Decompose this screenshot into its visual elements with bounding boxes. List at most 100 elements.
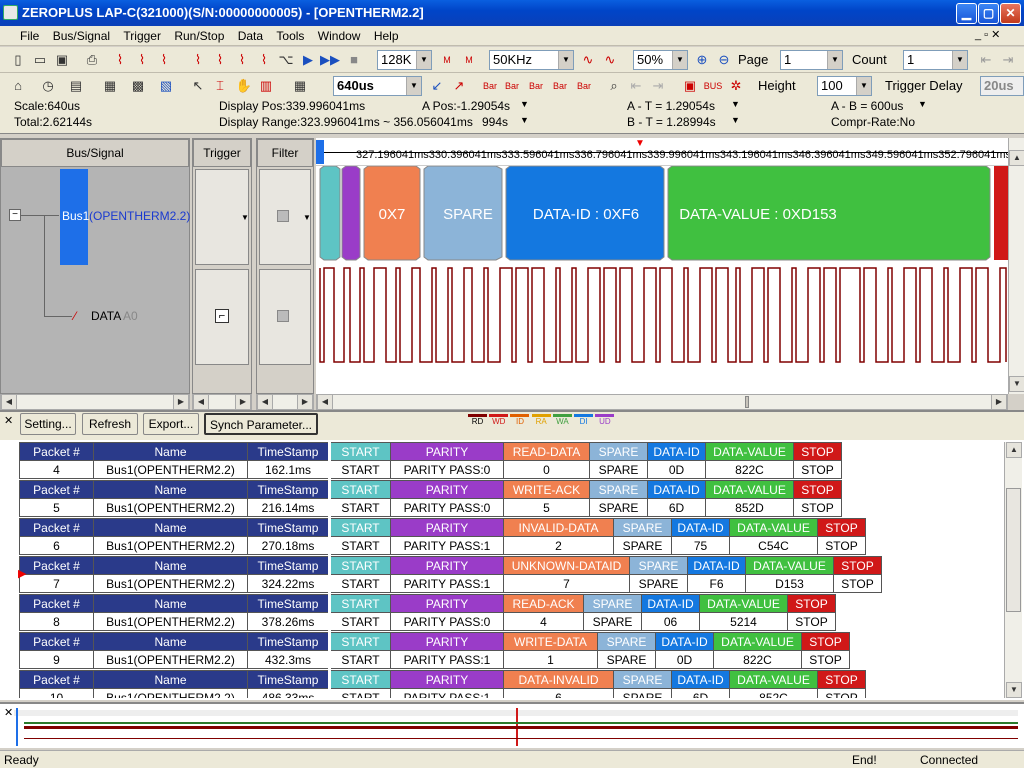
page-prev-icon[interactable]: ⇤ [976,50,996,70]
scroll-up-icon[interactable]: ▲ [1006,442,1022,458]
screen-icon[interactable]: ▤ [66,76,86,96]
overview-cursor-a[interactable] [16,708,24,746]
new-icon[interactable]: ▯ [8,50,28,70]
maximize-button[interactable]: ▢ [978,3,999,24]
packet-row[interactable]: Packet # Name TimeStamp START PARITY UNKNOWN-… [19,556,882,593]
zoom-fit-icon[interactable]: ↙ [427,76,447,96]
packet-v-scrollbar[interactable]: ▲ ▼ [1004,442,1022,698]
close-overview-icon[interactable]: ✕ [4,706,13,719]
scale-select[interactable]: 640us ▼ [333,76,422,96]
packet-row[interactable]: Packet # Name TimeStamp START PARITY INVALID-… [19,518,866,555]
trigger-tool-icon[interactable]: ⌇ [188,50,208,70]
collapse-toggle[interactable]: − [9,209,21,221]
trigger-cond-icon[interactable]: ⌥ [276,50,296,70]
bar-a-icon[interactable]: Bar [502,76,522,96]
count-select[interactable]: 1 ▼ [903,50,968,70]
memory-select[interactable]: 128K ▼ [377,50,432,70]
frequency-select[interactable]: 50KHz ▼ [489,50,574,70]
signal-tool-icon[interactable]: ⌇ [110,50,130,70]
trigger-level-icon[interactable]: ⌇ [232,50,252,70]
scroll-left-icon[interactable]: ◀ [317,394,333,410]
bar-b-icon[interactable]: Bar [526,76,546,96]
wave-h-scrollbar[interactable]: ◀ ▶ [316,394,1008,410]
menu-window[interactable]: Window [313,26,366,46]
close-button[interactable]: ✕ [1000,3,1021,24]
home-icon[interactable]: ⌂ [8,76,28,96]
bus-icon[interactable]: BUS [703,76,723,96]
scroll-thumb[interactable] [745,396,749,408]
trigger-marker-icon[interactable]: ▼ [635,138,645,149]
settings-icon[interactable]: ✲ [726,76,746,96]
run-icon[interactable]: ▶ [298,50,318,70]
a-pos-dropdown-icon[interactable]: ▼ [520,99,529,109]
page-next-icon[interactable]: ⇥ [998,50,1018,70]
menu-help[interactable]: Help [369,26,404,46]
layout-icon[interactable]: ▦ [290,76,310,96]
a-cursor-marker[interactable] [316,140,324,164]
packet-row[interactable]: Packet # Name TimeStamp START PARITY DATA-INV… [19,670,866,698]
scroll-right-icon[interactable]: ▶ [297,394,313,410]
zoom-out-icon[interactable]: ⊖ [714,50,734,70]
trigger-edge-icon[interactable]: ⌇ [210,50,230,70]
clock-icon[interactable]: ∿ [578,50,598,70]
search-next-icon[interactable]: ⇥ [648,76,668,96]
menu-bus-signal[interactable]: Bus/Signal [48,26,115,46]
scroll-left-icon[interactable]: ◀ [193,394,209,410]
setting-button[interactable]: Setting... [20,413,76,435]
waveform-area[interactable]: 327.196041ms330.396041ms333.596041ms336.… [316,138,1008,396]
b-pos-dropdown-icon[interactable]: ▼ [520,115,529,125]
print-icon[interactable]: ⎙ [82,50,102,70]
packet-row[interactable]: Packet # Name TimeStamp START PARITY READ-DAT… [19,442,842,479]
display-icon[interactable]: ▧ [156,76,176,96]
search-prev-icon[interactable]: ⇤ [626,76,646,96]
mem-marker2-icon[interactable]: M [459,50,479,70]
panel-h-scrollbar[interactable]: ◀ ▶ [0,394,190,410]
menu-file[interactable]: File [0,26,44,46]
zoom-in-icon[interactable]: ⊕ [692,50,712,70]
scroll-thumb[interactable] [1006,488,1021,612]
packet-row[interactable]: Packet # Name TimeStamp START PARITY WRITE-AC… [19,480,842,517]
zoom-reset-icon[interactable]: ↗ [449,76,469,96]
trigger-h-scrollbar[interactable]: ◀ ▶ [192,394,252,410]
timer-icon[interactable]: ◷ [38,76,58,96]
a-b-dropdown-icon[interactable]: ▼ [918,99,927,109]
menu-tools[interactable]: Tools [271,26,309,46]
scroll-right-icon[interactable]: ▶ [991,394,1007,410]
a-t-dropdown-icon[interactable]: ▼ [731,99,740,109]
zoom-select[interactable]: 50% ▼ [633,50,688,70]
trigger-delay-field[interactable]: 20us [980,76,1024,96]
scroll-down-icon[interactable]: ▼ [1006,682,1022,698]
page-select[interactable]: 1 ▼ [780,50,843,70]
binoculars-icon[interactable]: ⌕ [604,76,624,96]
trigger-pattern-icon[interactable]: ⌇ [254,50,274,70]
synch-parameter-button[interactable]: Synch Parameter... [204,413,318,435]
packet-row[interactable]: Packet # Name TimeStamp START PARITY WRITE-DA… [19,632,850,669]
wave-v-scrollbar[interactable]: ▲ ▼ [1008,138,1024,394]
height-select[interactable]: 100 ▼ [817,76,872,96]
menu-data[interactable]: Data [233,26,268,46]
b-t-dropdown-icon[interactable]: ▼ [731,115,740,125]
minimize-button[interactable]: ▁ [956,3,977,24]
filter-box-icon[interactable] [277,310,289,322]
hand-icon[interactable]: ✋ [234,76,254,96]
scroll-left-icon[interactable]: ◀ [257,394,273,410]
grid-icon[interactable]: ▩ [128,76,148,96]
open-icon[interactable]: ▭ [30,50,50,70]
cursor-icon[interactable]: ⌶ [210,76,230,96]
filter-h-scrollbar[interactable]: ◀ ▶ [256,394,314,410]
export-button[interactable]: Export... [143,413,199,435]
mem-marker-icon[interactable]: M [437,50,457,70]
measure-icon[interactable]: ▥ [256,76,276,96]
menu-run-stop[interactable]: Run/Stop [169,26,229,46]
bus-name[interactable]: Bus1 [62,209,89,223]
clock2-icon[interactable]: ∿ [600,50,620,70]
group-tool-icon[interactable]: ⌇ [154,50,174,70]
close-pane-icon[interactable]: ✕ [4,414,13,427]
report-icon[interactable]: ▣ [680,76,700,96]
refresh-button[interactable]: Refresh [82,413,138,435]
menu-trigger[interactable]: Trigger [118,26,166,46]
packet-row[interactable]: Packet # Name TimeStamp START PARITY READ-ACK… [19,594,836,631]
bar-p-icon[interactable]: Bar [574,76,594,96]
pointer-icon[interactable]: ↖ [188,76,208,96]
scroll-down-icon[interactable]: ▼ [1009,376,1024,392]
